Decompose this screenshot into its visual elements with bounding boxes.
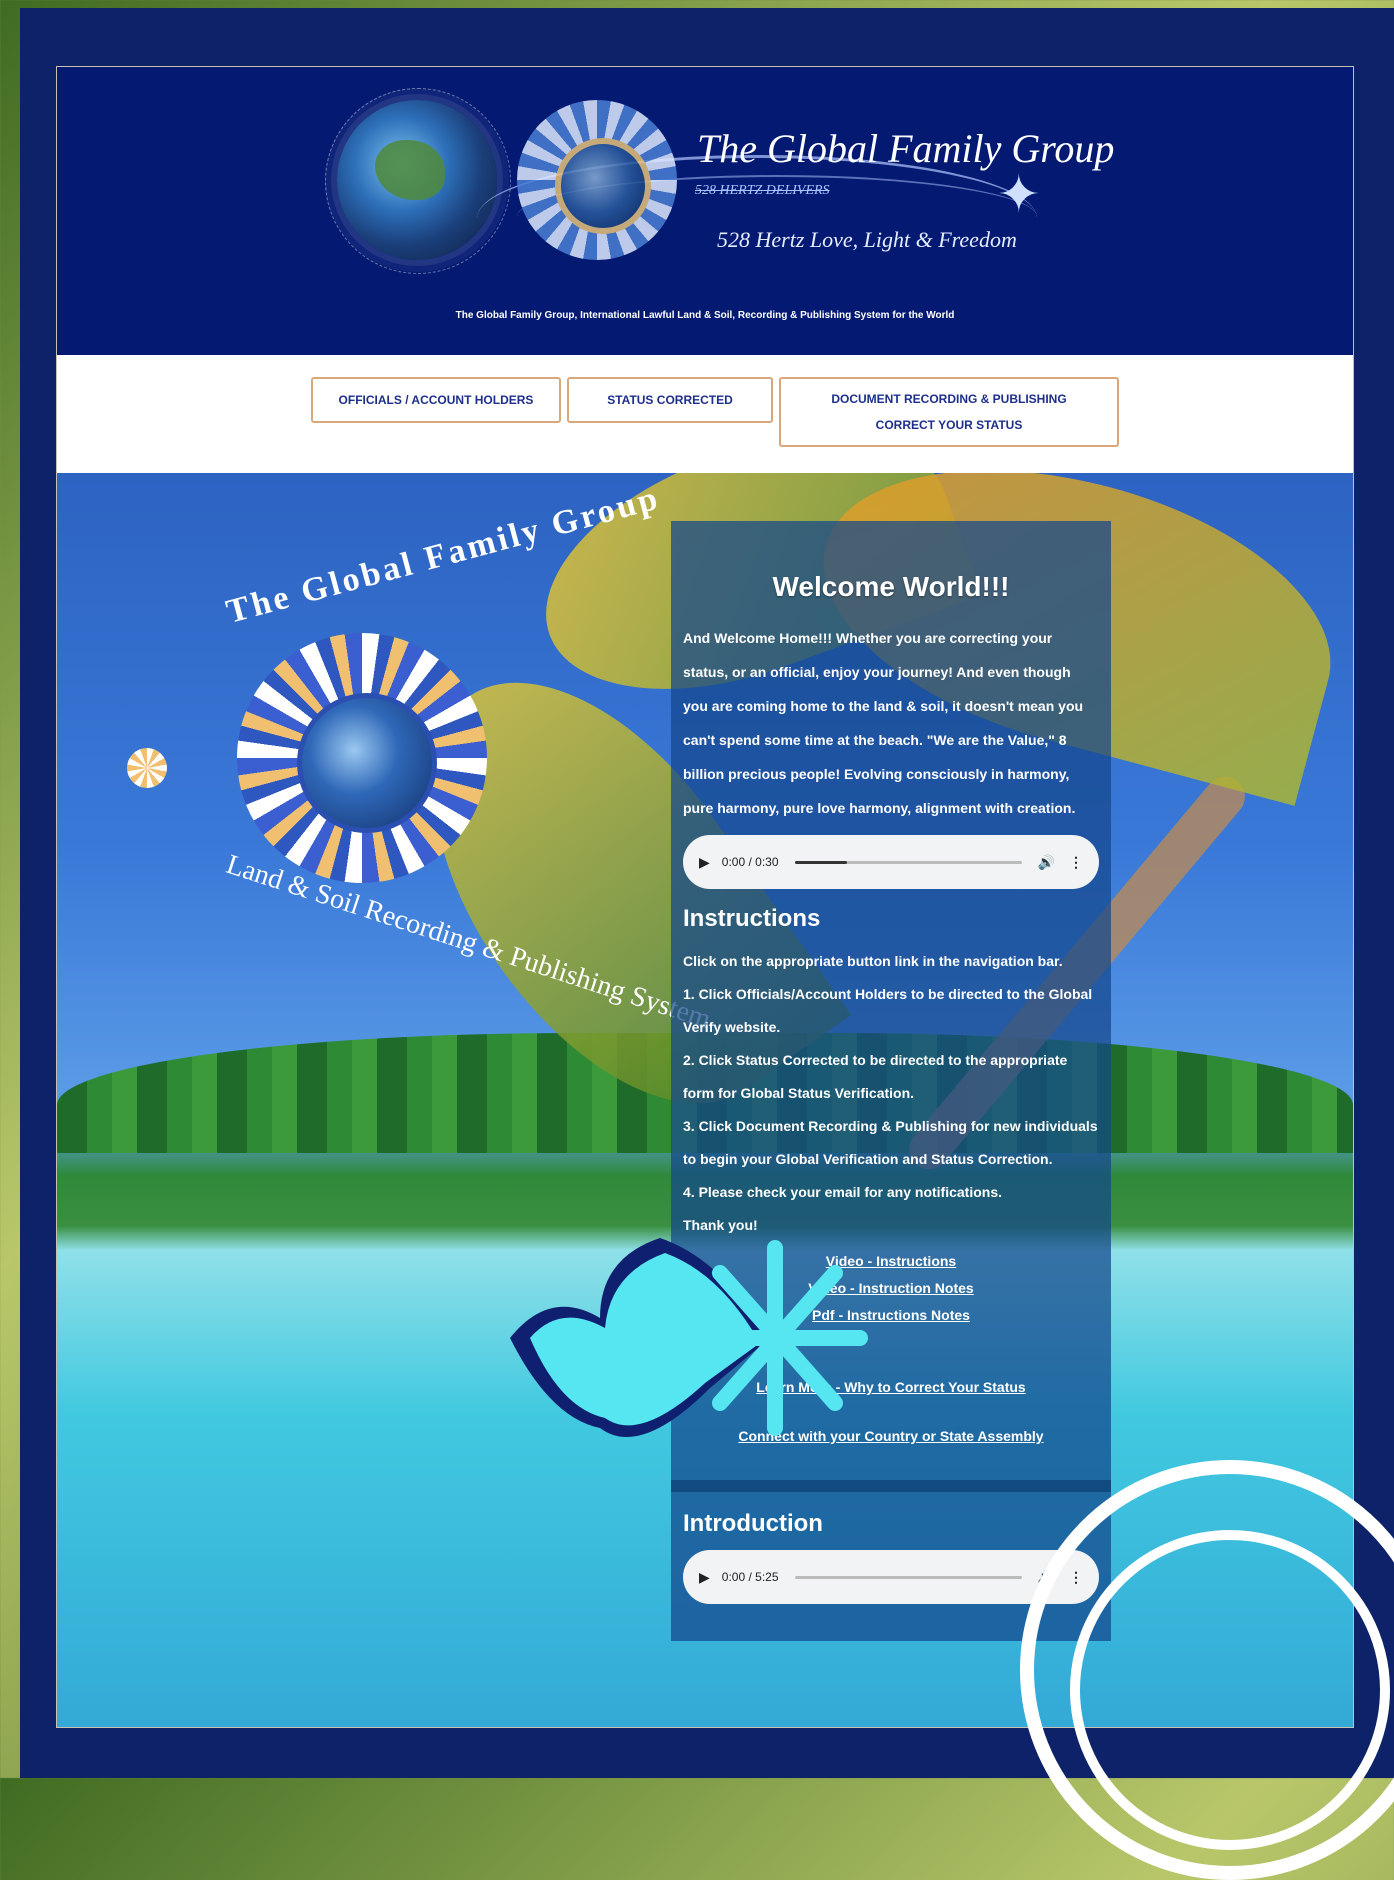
welcome-title: Welcome World!!! bbox=[772, 571, 1010, 602]
instruction-item: 2. Click Status Corrected to be directed… bbox=[683, 1052, 1068, 1101]
brand-subtitle-small: 528 HERTZ DELIVERS bbox=[695, 183, 830, 198]
global-family-emblem: The Global Family Group Land & Soil Reco… bbox=[127, 479, 715, 1035]
audio-time: 0:00 / 5:25 bbox=[721, 1570, 779, 1584]
site-header: ✦ The Global Family Group 528 HERTZ DELI… bbox=[57, 67, 1353, 355]
volume-icon[interactable]: 🔊 bbox=[1038, 854, 1055, 871]
welcome-text: And Welcome Home!!! Whether you are corr… bbox=[683, 630, 1084, 816]
site-tagline: The Global Family Group, International L… bbox=[455, 310, 955, 321]
nav-document-recording-button[interactable]: DOCUMENT RECORDING & PUBLISHING CORRECT … bbox=[779, 377, 1119, 447]
navigation-bar: OFFICIALS / ACCOUNT HOLDERS STATUS CORRE… bbox=[57, 355, 1353, 473]
panel-divider bbox=[671, 1480, 1111, 1492]
play-icon[interactable]: ▶ bbox=[699, 854, 710, 871]
audio-time: 0:00 / 0:30 bbox=[721, 855, 779, 869]
site-logo[interactable]: ✦ The Global Family Group 528 HERTZ DELI… bbox=[277, 75, 1217, 285]
nav-button-label-line2: CORRECT YOUR STATUS bbox=[875, 418, 1023, 432]
more-vert-icon[interactable]: ⋮ bbox=[1069, 854, 1083, 871]
emblem-star-icon bbox=[127, 748, 167, 788]
audio-progress-fill bbox=[794, 860, 847, 864]
nav-button-label: OFFICIALS / ACCOUNT HOLDERS bbox=[338, 393, 534, 407]
welcome-panel: Welcome World!!! And Welcome Home!!! Whe… bbox=[671, 521, 1111, 1641]
logo-mandala bbox=[517, 100, 677, 260]
nav-status-corrected-button[interactable]: STATUS CORRECTED bbox=[567, 377, 773, 423]
star-icon: ✦ bbox=[997, 165, 1041, 225]
nav-button-label: STATUS CORRECTED bbox=[607, 393, 733, 407]
instruction-item: 3. Click Document Recording & Publishing… bbox=[683, 1118, 1098, 1167]
introduction-heading: Introduction bbox=[683, 1510, 823, 1537]
audio-progress-bar[interactable] bbox=[794, 860, 1022, 864]
emblem-earth-icon bbox=[297, 693, 437, 833]
instruction-item: 1. Click Officials/Account Holders to be… bbox=[683, 986, 1093, 1035]
instruction-item: 4. Please check your email for any notif… bbox=[683, 1184, 1003, 1200]
decorative-ring-inner bbox=[1070, 1530, 1390, 1850]
audio-progress-bar[interactable] bbox=[794, 1575, 1022, 1579]
play-icon[interactable]: ▶ bbox=[699, 1569, 710, 1586]
instruction-item: Click on the appropriate button link in … bbox=[683, 953, 1063, 969]
emblem-title: The Global Family Group bbox=[222, 479, 665, 631]
audio-player-welcome[interactable]: ▶ 0:00 / 0:30 🔊 ⋮ bbox=[683, 835, 1099, 889]
brand-slogan: 528 Hertz Love, Light & Freedom bbox=[717, 227, 1017, 252]
instructions-list: Click on the appropriate button link in … bbox=[683, 945, 1099, 1242]
emblem-subtitle: Land & Soil Recording & Publishing Syste… bbox=[222, 848, 715, 1036]
nav-officials-account-holders-button[interactable]: OFFICIALS / ACCOUNT HOLDERS bbox=[311, 377, 561, 423]
earth-globe-image bbox=[337, 100, 497, 260]
instructions-heading: Instructions bbox=[683, 905, 821, 932]
brand-title: The Global Family Group bbox=[697, 126, 1115, 171]
nav-button-label-line1: DOCUMENT RECORDING & PUBLISHING bbox=[831, 392, 1067, 406]
fish-sticker-icon bbox=[510, 1238, 868, 1437]
logo-mandala-earth bbox=[555, 138, 651, 234]
